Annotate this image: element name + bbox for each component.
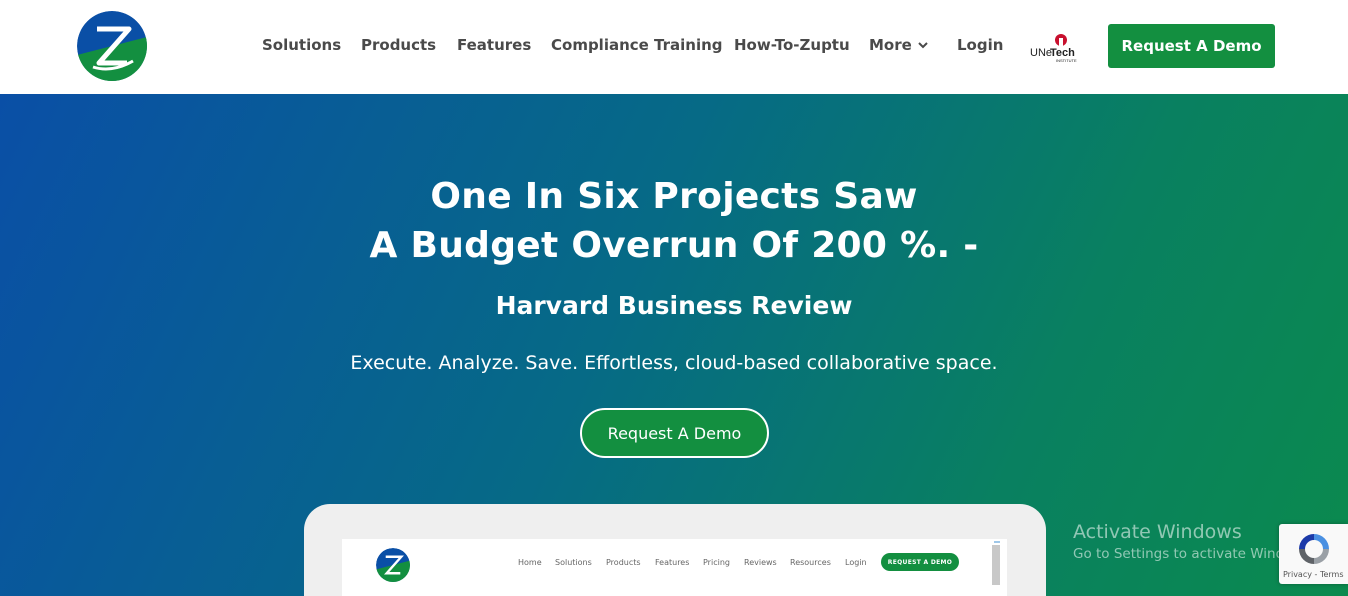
nav-solutions[interactable]: Solutions <box>262 36 341 54</box>
hero-title-line2: A Budget Overrun Of 200 %. - <box>369 225 979 266</box>
nav-login[interactable]: Login <box>957 36 1003 54</box>
activate-windows-title: Activate Windows <box>1073 521 1242 543</box>
unitech-logo-text-a: UNe <box>1030 47 1052 59</box>
recaptcha-badge[interactable]: Privacy - Terms <box>1279 524 1348 584</box>
device-screen: Home Solutions Products Features Pricing… <box>342 539 1007 596</box>
mockup-nav-pricing: Pricing <box>703 558 730 567</box>
hero-source: Harvard Business Review <box>495 291 853 320</box>
unitech-logo-text-c: INSTITUTE <box>1056 58 1077 63</box>
zuptu-logo-icon[interactable] <box>77 11 147 81</box>
mockup-nav-login: Login <box>845 558 867 567</box>
zuptu-logo-graphic <box>77 11 147 81</box>
unitech-institute-logo[interactable]: UNe Tech INSTITUTE <box>1028 32 1080 66</box>
device-mockup: Home Solutions Products Features Pricing… <box>304 504 1046 596</box>
chevron-down-icon <box>918 42 928 49</box>
nav-compliance-training[interactable]: Compliance Training <box>551 36 723 54</box>
nav-more[interactable]: More <box>869 36 928 54</box>
mockup-logo-graphic <box>376 548 410 582</box>
nav-how-to-zuptu[interactable]: How-To-Zuptu <box>734 36 850 54</box>
recaptcha-privacy-terms[interactable]: Privacy - Terms <box>1283 570 1344 579</box>
mockup-nav-solutions: Solutions <box>555 558 592 567</box>
mockup-logo-icon <box>376 548 410 582</box>
nav-products[interactable]: Products <box>361 36 436 54</box>
hero-title-line1: One In Six Projects Saw <box>430 176 918 217</box>
hero-request-demo-button[interactable]: Request A Demo <box>580 408 769 458</box>
mockup-nav-reviews: Reviews <box>744 558 777 567</box>
mockup-nav-features: Features <box>655 558 690 567</box>
hero-tagline: Execute. Analyze. Save. Effortless, clou… <box>350 352 998 374</box>
mockup-scrollbar-arrow <box>994 541 1000 543</box>
mockup-scrollbar <box>992 545 1000 585</box>
mockup-nav-home: Home <box>518 558 542 567</box>
request-demo-button[interactable]: Request A Demo <box>1108 24 1275 68</box>
mockup-nav-products: Products <box>606 558 641 567</box>
mockup-nav-resources: Resources <box>790 558 831 567</box>
site-header: Solutions Products Features Compliance T… <box>0 0 1348 94</box>
nav-more-label: More <box>869 36 912 54</box>
nav-features[interactable]: Features <box>457 36 531 54</box>
mockup-request-demo-button: REQUEST A DEMO <box>881 553 959 571</box>
recaptcha-icon <box>1299 534 1329 564</box>
